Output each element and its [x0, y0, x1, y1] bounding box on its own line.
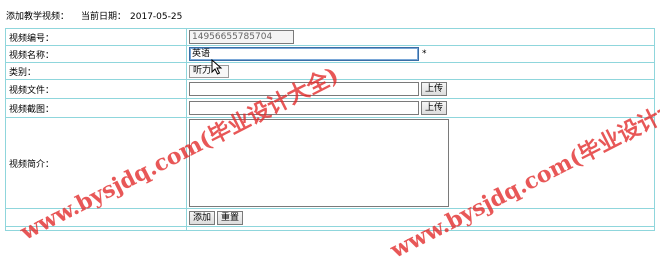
- intro-textarea[interactable]: [189, 119, 449, 207]
- reset-button[interactable]: 重置: [217, 210, 244, 225]
- screenshot-label: 视频截图：: [5, 98, 187, 118]
- video-name-label: 视频名称：: [5, 45, 187, 63]
- video-id-field[interactable]: 14956655785704: [189, 30, 294, 44]
- intro-cell: [186, 117, 655, 209]
- video-name-field[interactable]: 英语: [189, 47, 419, 61]
- video-id-cell: 14956655785704: [186, 28, 655, 46]
- screenshot-field[interactable]: [189, 101, 419, 115]
- video-file-label: 视频文件：: [5, 79, 187, 99]
- category-cell: 听力: [186, 62, 655, 80]
- upload-screenshot-button[interactable]: 上传: [421, 101, 448, 115]
- date-label: 当前日期：: [81, 12, 127, 22]
- screenshot-cell: 上传: [186, 98, 655, 118]
- actions-label-cell: [5, 208, 187, 227]
- actions-cell: 添加 重置: [186, 208, 655, 227]
- category-label: 类别：: [5, 62, 187, 80]
- spacer-cell-left: [5, 226, 187, 231]
- spacer-cell-right: [186, 226, 655, 231]
- video-file-cell: 上传: [186, 79, 655, 99]
- category-select[interactable]: 听力: [189, 64, 229, 78]
- add-button[interactable]: 添加: [189, 210, 216, 225]
- page-title: 添加教学视频：: [6, 12, 70, 22]
- page-header: 添加教学视频： 当前日期： 2017-05-25: [6, 9, 182, 22]
- video-id-label: 视频编号：: [5, 28, 187, 46]
- date-value: 2017-05-25: [130, 12, 183, 22]
- add-video-form: 视频编号： 14956655785704 视频名称： 英语 * 类别： 听力 视频…: [5, 28, 655, 231]
- intro-label: 视频简介：: [5, 117, 187, 209]
- upload-video-button[interactable]: 上传: [421, 82, 448, 96]
- video-name-cell: 英语 *: [186, 45, 655, 63]
- required-mark: *: [422, 49, 427, 59]
- video-file-field[interactable]: [189, 82, 419, 96]
- mouse-pointer-icon: [211, 59, 223, 75]
